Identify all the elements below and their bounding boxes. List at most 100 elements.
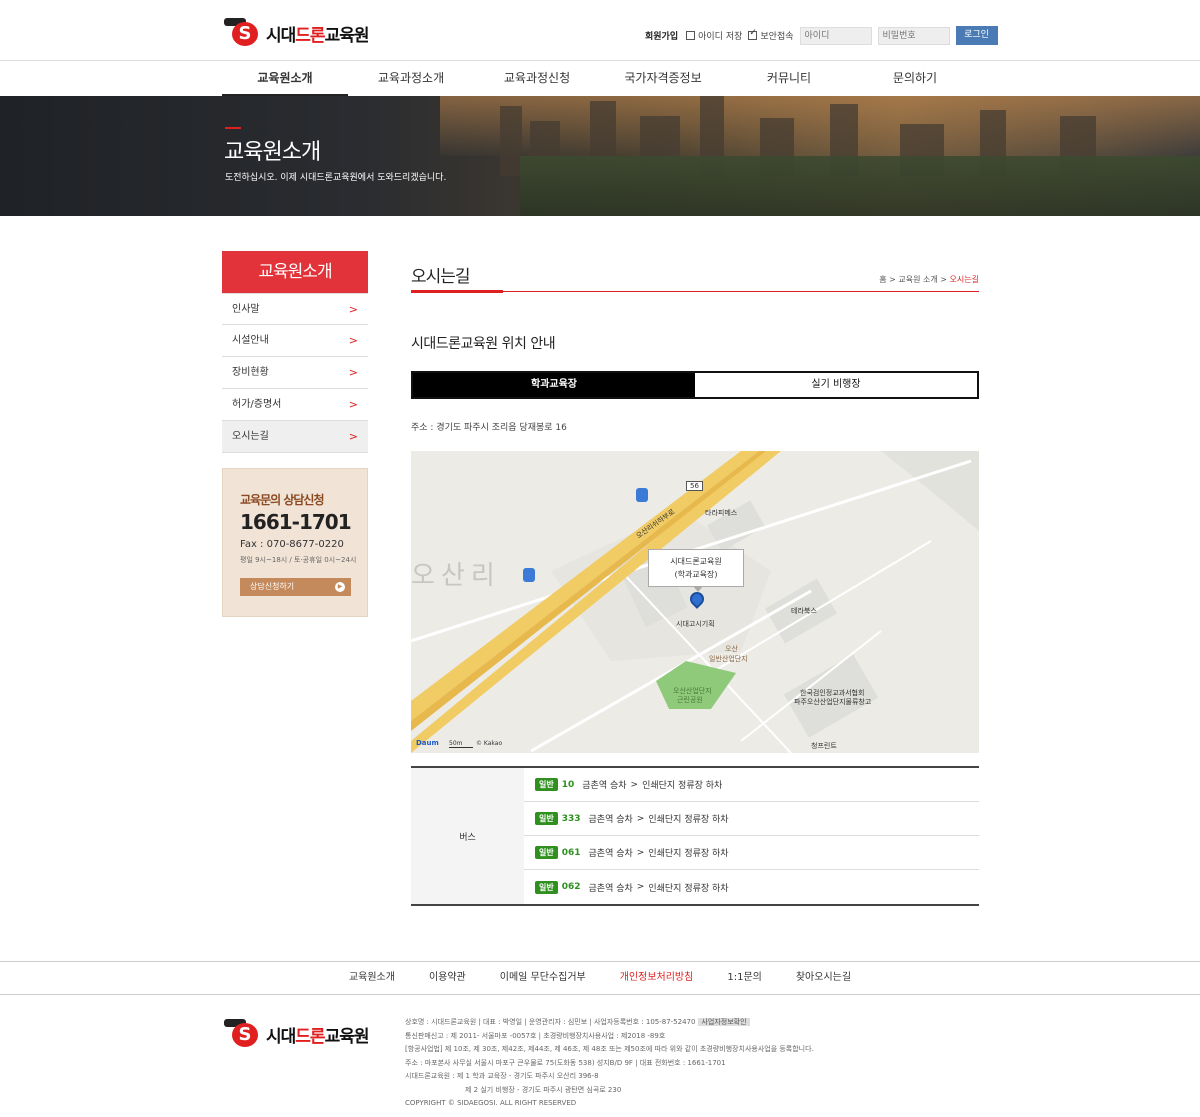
map-place-terabooks: 테라북스 [791, 607, 817, 615]
map-copyright: © Kakao [476, 740, 503, 747]
checkbox-icon [686, 31, 696, 40]
map-pin-tooltip: 시대드론교육원 (학과교육장) [648, 549, 744, 592]
list-item: 일반 10 금촌역 승차 > 인쇄단지 정류장 하차 [524, 768, 979, 802]
footer-info: 상호명 : 시대드론교육원 | 대표 : 박영일 | 운영관리자 : 심민보 |… [405, 1016, 814, 1111]
tab-flight-field[interactable]: 실기 비행장 [695, 373, 977, 397]
list-item: 일반 333 금촌역 승차 > 인쇄단지 정류장 하차 [524, 802, 979, 836]
map-place-osan-industrial: 일반산업단지 [709, 655, 748, 663]
sidebar-item-directions[interactable]: 오시는길 > [222, 421, 368, 453]
chevron-right-icon: > [348, 334, 358, 347]
nav-item-license[interactable]: 국가자격증정보 [600, 61, 726, 96]
sidebar-item-equipment[interactable]: 장비현황 > [222, 357, 368, 389]
title-underline [411, 290, 503, 293]
consult-title: 교육문의 상담신청 [240, 493, 324, 507]
footer-info-line: 제 2 실기 비행장 - 경기도 파주시 광탄면 심곡로 230 [465, 1085, 622, 1094]
nav-item-community[interactable]: 커뮤니티 [726, 61, 852, 96]
consult-phone: 1661-1701 [240, 510, 352, 534]
logo-text: 시대드론교육원 [266, 25, 369, 46]
password-input[interactable] [877, 26, 950, 45]
footer-link-email-policy[interactable]: 이메일 무단수집거부 [483, 962, 603, 994]
footer-link-inquiry[interactable]: 1:1문의 [710, 962, 779, 994]
bus-type-badge: 일반 [535, 778, 558, 791]
join-link[interactable]: 회원가입 [645, 29, 678, 42]
id-input[interactable] [799, 26, 872, 45]
consult-fax: Fax : 070-8677-0220 [240, 539, 344, 550]
main-nav: 교육원소개 교육과정소개 교육과정신청 국가자격증정보 커뮤니티 문의하기 [222, 61, 978, 96]
footer-link-privacy[interactable]: 개인정보처리방침 [603, 962, 711, 994]
save-id-checkbox[interactable]: 아이디 저장 [686, 29, 742, 42]
sidebar: 교육원소개 인사말 > 시설안내 > 장비현황 > 허가/증명서 > 오시는길 > [222, 251, 368, 453]
hero-accent-bar [225, 127, 241, 129]
footer-info-line: 통신판매신고 : 제 2011- 서울마포 -0057호 | 초경량비행장치사용… [405, 1031, 666, 1040]
route-list: 일반 10 금촌역 승차 > 인쇄단지 정류장 하차 일반 333 금촌역 승차… [524, 768, 979, 904]
bus-number: 062 [561, 882, 581, 892]
map-place-taraphimes: 타라피메스 [705, 509, 738, 517]
map-place-hankook-warehouse: 파주오산산업단지물류창고 [794, 698, 872, 706]
nav-item-about[interactable]: 교육원소개 [222, 61, 348, 96]
footer-logo: S 시대드론교육원 [224, 1019, 369, 1049]
login-button[interactable]: 로그인 [955, 26, 998, 45]
play-icon: ▶ [335, 582, 345, 592]
address-text: 주소 : 경기도 파주시 조리읍 당재봉로 16 [411, 423, 567, 433]
hero-trees [520, 156, 1200, 216]
bus-number: 10 [561, 779, 575, 790]
sidebar-title: 교육원소개 [222, 251, 368, 293]
map-place-osan: 오산 [725, 645, 738, 653]
tab-lecture-hall[interactable]: 학과교육장 [413, 373, 695, 397]
footer-info-line: 시대드론교육원 : 제 1 학과 교육장 - 경기도 파주시 오산리 396-8 [405, 1072, 599, 1080]
consult-button[interactable]: 상담신청하기 ▶ [240, 578, 351, 596]
location-tabs: 학과교육장 실기 비행장 [411, 371, 979, 399]
map-scale: 50m [449, 740, 473, 748]
hero-building [500, 106, 522, 176]
site-logo[interactable]: S 시대드론교육원 [224, 18, 369, 48]
list-item: 일반 061 금촌역 승차 > 인쇄단지 정류장 하차 [524, 836, 979, 870]
checked-checkbox-icon [748, 28, 758, 40]
bus-type-badge: 일반 [535, 812, 558, 825]
logo-text: 시대드론교육원 [266, 1026, 369, 1047]
footer-nav: 교육원소개 이용약관 이메일 무단수집거부 개인정보처리방침 1:1문의 찾아오… [0, 961, 1200, 995]
business-info-button[interactable]: 사업자정보확인 [698, 1018, 750, 1026]
footer-info-line: [항공사업법] 제 10조, 제 30조, 제42조, 제44조, 제 46조,… [405, 1045, 814, 1053]
nav-item-contact[interactable]: 문의하기 [852, 61, 978, 96]
list-item: 일반 062 금촌역 승차 > 인쇄단지 정류장 하차 [524, 870, 979, 904]
location-map[interactable]: 오산리 56 오산리쉬하부로 타라피메스 시대드론교육원 (학과교육장) 시대고… [411, 451, 979, 753]
chevron-right-icon: > [348, 366, 358, 379]
map-place-sidaegosi: 시대고시기획 [676, 620, 715, 628]
footer-link-about[interactable]: 교육원소개 [332, 962, 412, 994]
breadcrumb: 홈 > 교육원 소개 > 오시는길 [879, 275, 979, 284]
bus-type-badge: 일반 [535, 880, 558, 894]
transport-category: 버스 [411, 768, 524, 904]
hero-title: 교육원소개 [224, 140, 321, 165]
login-bar: 회원가입 아이디 저장 보안접속 로그인 [645, 26, 998, 45]
bus-stop-icon[interactable] [636, 488, 648, 502]
footer-copyright: COPYRIGHT © SIDAEGOSI. ALL RIGHT RESERVE… [405, 1099, 577, 1107]
hero-banner: 교육원소개 도전하십시오. 이제 시대드론교육원에서 도와드리겠습니다. [0, 96, 1200, 216]
section-title: 시대드론교육원 위치 안내 [411, 336, 556, 352]
drone-logo-icon: S [224, 1019, 264, 1049]
secure-login-checkbox[interactable]: 보안접속 [748, 28, 794, 42]
hero-subtitle: 도전하십시오. 이제 시대드론교육원에서 도와드리겠습니다. [225, 173, 447, 183]
nav-item-apply[interactable]: 교육과정신청 [474, 61, 600, 96]
drone-logo-icon: S [224, 18, 264, 48]
sidebar-item-facilities[interactable]: 시설안내 > [222, 325, 368, 357]
bus-stop-icon[interactable] [523, 568, 535, 582]
sidebar-item-certificates[interactable]: 허가/증명서 > [222, 389, 368, 421]
chevron-right-icon: > [348, 430, 358, 443]
road-number: 56 [686, 481, 703, 491]
map-place-park2: 근린공원 [677, 696, 703, 704]
footer-link-directions[interactable]: 찾아오시는길 [779, 962, 868, 994]
map-area-label: 오산리 [411, 561, 501, 591]
bus-number: 333 [561, 813, 581, 824]
nav-item-courses[interactable]: 교육과정소개 [348, 61, 474, 96]
footer-link-terms[interactable]: 이용약관 [412, 962, 483, 994]
daum-logo[interactable]: Daum [416, 739, 439, 747]
map-place-cheongprint: 청프린트 [811, 742, 837, 750]
chevron-right-icon: > [348, 398, 358, 411]
bus-number: 061 [561, 847, 581, 858]
footer-info-line: 주소 : 마포본사 사무실 서울시 마포구 큰우물로 75(도화동 538) 성… [405, 1058, 726, 1067]
sidebar-item-greeting[interactable]: 인사말 > [222, 293, 368, 325]
bus-routes-table: 버스 일반 10 금촌역 승차 > 인쇄단지 정류장 하차 일반 333 금촌역… [411, 766, 979, 906]
chevron-right-icon: > [348, 303, 358, 316]
page-title: 오시는길 [411, 267, 471, 287]
top-header: S 시대드론교육원 회원가입 아이디 저장 보안접속 로그인 [0, 0, 1200, 61]
